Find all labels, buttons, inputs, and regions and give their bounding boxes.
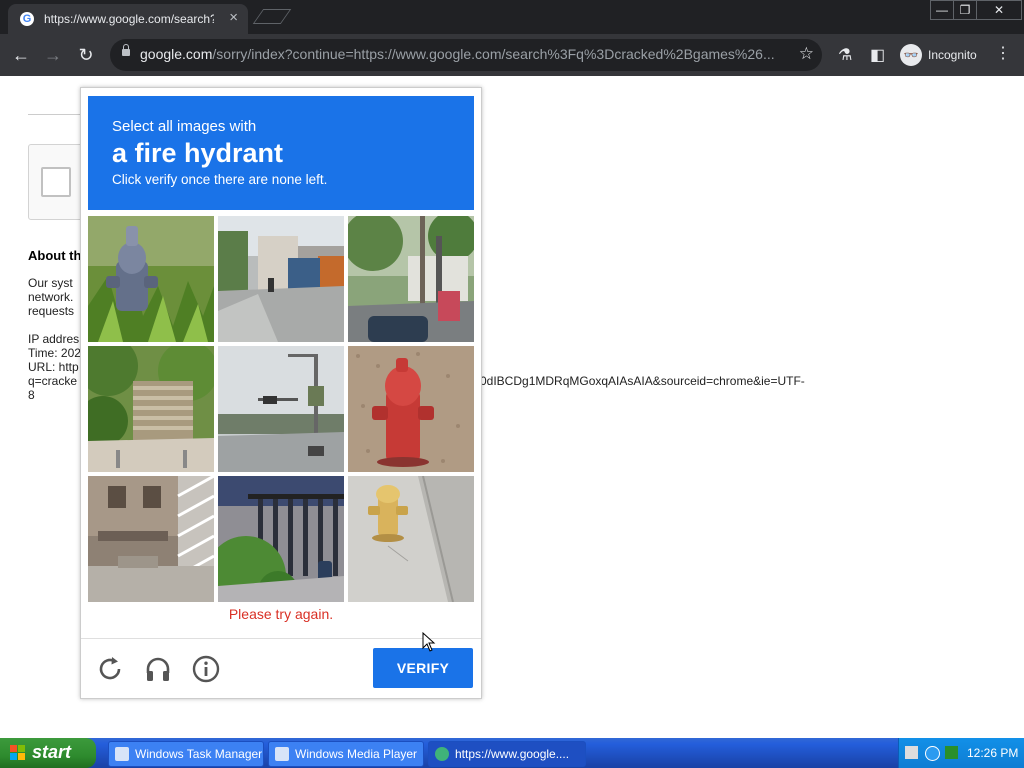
window-close-button[interactable]: ✕ xyxy=(976,0,1022,20)
query-line-end: 8 xyxy=(28,388,35,402)
new-tab-button[interactable] xyxy=(252,9,292,24)
page-text-line-3: requests xyxy=(28,304,75,318)
ip-address-line: IP addres xyxy=(28,332,80,346)
verify-button[interactable]: VERIFY xyxy=(373,648,473,688)
image-tile-3[interactable] xyxy=(348,216,474,342)
captcha-header: Select all images with a fire hydrant Cl… xyxy=(88,96,474,210)
browser-icon xyxy=(435,747,449,761)
lock-icon xyxy=(122,44,130,56)
window-restore-button[interactable]: ❐ xyxy=(953,0,977,20)
tab-close-icon[interactable]: × xyxy=(229,9,238,26)
browser-toolbar: ← → ↻ google.com/sorry/index?continue=ht… xyxy=(0,34,1024,76)
image-tile-1[interactable] xyxy=(88,216,214,342)
about-heading: About th xyxy=(28,248,82,263)
page-text-line-1: Our syst xyxy=(28,276,73,290)
browser-tab[interactable]: G https://www.google.com/search?q= × xyxy=(8,4,248,34)
start-button[interactable]: start xyxy=(0,738,96,768)
bookmark-star-icon[interactable]: ☆ xyxy=(799,44,814,64)
google-favicon-icon: G xyxy=(20,12,34,26)
error-message: Please try again. xyxy=(228,606,334,622)
incognito-icon: 👓 xyxy=(900,44,922,66)
recaptcha-checkbox[interactable] xyxy=(41,167,71,197)
image-tile-6[interactable] xyxy=(348,346,474,472)
time-line: Time: 202 xyxy=(28,346,81,360)
browser-tab-bar: G https://www.google.com/search?q= × — ❐… xyxy=(0,0,1024,34)
tray-expand-icon[interactable] xyxy=(925,746,940,761)
forward-arrow-icon[interactable]: → xyxy=(42,44,64,66)
reload-challenge-icon[interactable] xyxy=(95,654,125,684)
info-icon[interactable] xyxy=(191,654,221,684)
captcha-challenge: Select all images with a fire hydrant Cl… xyxy=(80,87,482,699)
windows-flag-icon xyxy=(10,745,25,760)
url-line: URL: http xyxy=(28,360,79,374)
labs-flask-icon[interactable]: ⚗ xyxy=(838,45,852,65)
taskbar: start Windows Task Manager Windows Media… xyxy=(0,738,1024,768)
footer-divider xyxy=(81,638,481,639)
taskbar-item-browser[interactable]: https://www.google.... xyxy=(428,741,586,767)
url-path: /sorry/index?continue=https://www.google… xyxy=(212,46,775,62)
side-panel-icon[interactable]: ◧ xyxy=(870,45,885,65)
image-tile-9[interactable] xyxy=(348,476,474,602)
window-minimize-button[interactable]: — xyxy=(930,0,954,20)
url-tail-text: 0dIBCDg1MDRqMGoxqAIAsAIA&sourceid=chrome… xyxy=(480,374,805,388)
target-object: a fire hydrant xyxy=(112,138,284,168)
task-manager-icon xyxy=(115,747,129,761)
image-tile-8[interactable] xyxy=(218,476,344,602)
reload-icon[interactable]: ↻ xyxy=(75,44,97,66)
incognito-label: Incognito xyxy=(928,48,977,62)
instruction-subtext: Click verify once there are none left. xyxy=(112,172,328,187)
media-player-icon xyxy=(275,747,289,761)
image-tile-7[interactable] xyxy=(88,476,214,602)
page-text-line-2: network. xyxy=(28,290,74,304)
clock: 12:26 PM xyxy=(967,746,1019,760)
address-bar[interactable]: google.com/sorry/index?continue=https://… xyxy=(110,39,822,71)
taskbar-item-task-manager[interactable]: Windows Task Manager xyxy=(108,741,264,767)
query-line: q=cracke xyxy=(28,374,78,388)
instruction-line: Select all images with xyxy=(112,118,257,135)
url-host: google.com xyxy=(140,46,213,62)
browser-menu-icon[interactable]: ⋮ xyxy=(995,43,1011,63)
system-tray: 12:26 PM xyxy=(898,738,1024,768)
network-tray-icon[interactable] xyxy=(945,746,958,759)
start-label: start xyxy=(32,742,72,762)
task-label: https://www.google.... xyxy=(455,747,570,761)
image-tile-2[interactable] xyxy=(218,216,344,342)
keyboard-tray-icon[interactable] xyxy=(905,746,918,759)
incognito-indicator[interactable]: 👓 Incognito xyxy=(898,42,986,68)
taskbar-item-media-player[interactable]: Windows Media Player xyxy=(268,741,424,767)
mouse-cursor-icon xyxy=(422,632,436,652)
page-divider xyxy=(28,114,88,115)
task-label: Windows Task Manager xyxy=(135,747,263,761)
back-arrow-icon[interactable]: ← xyxy=(10,44,32,66)
audio-challenge-icon[interactable] xyxy=(143,654,173,684)
task-label: Windows Media Player xyxy=(295,747,418,761)
address-url[interactable]: google.com/sorry/index?continue=https://… xyxy=(140,46,780,62)
tab-title: https://www.google.com/search?q= xyxy=(44,12,214,26)
image-tile-4[interactable] xyxy=(88,346,214,472)
image-tile-5[interactable] xyxy=(218,346,344,472)
